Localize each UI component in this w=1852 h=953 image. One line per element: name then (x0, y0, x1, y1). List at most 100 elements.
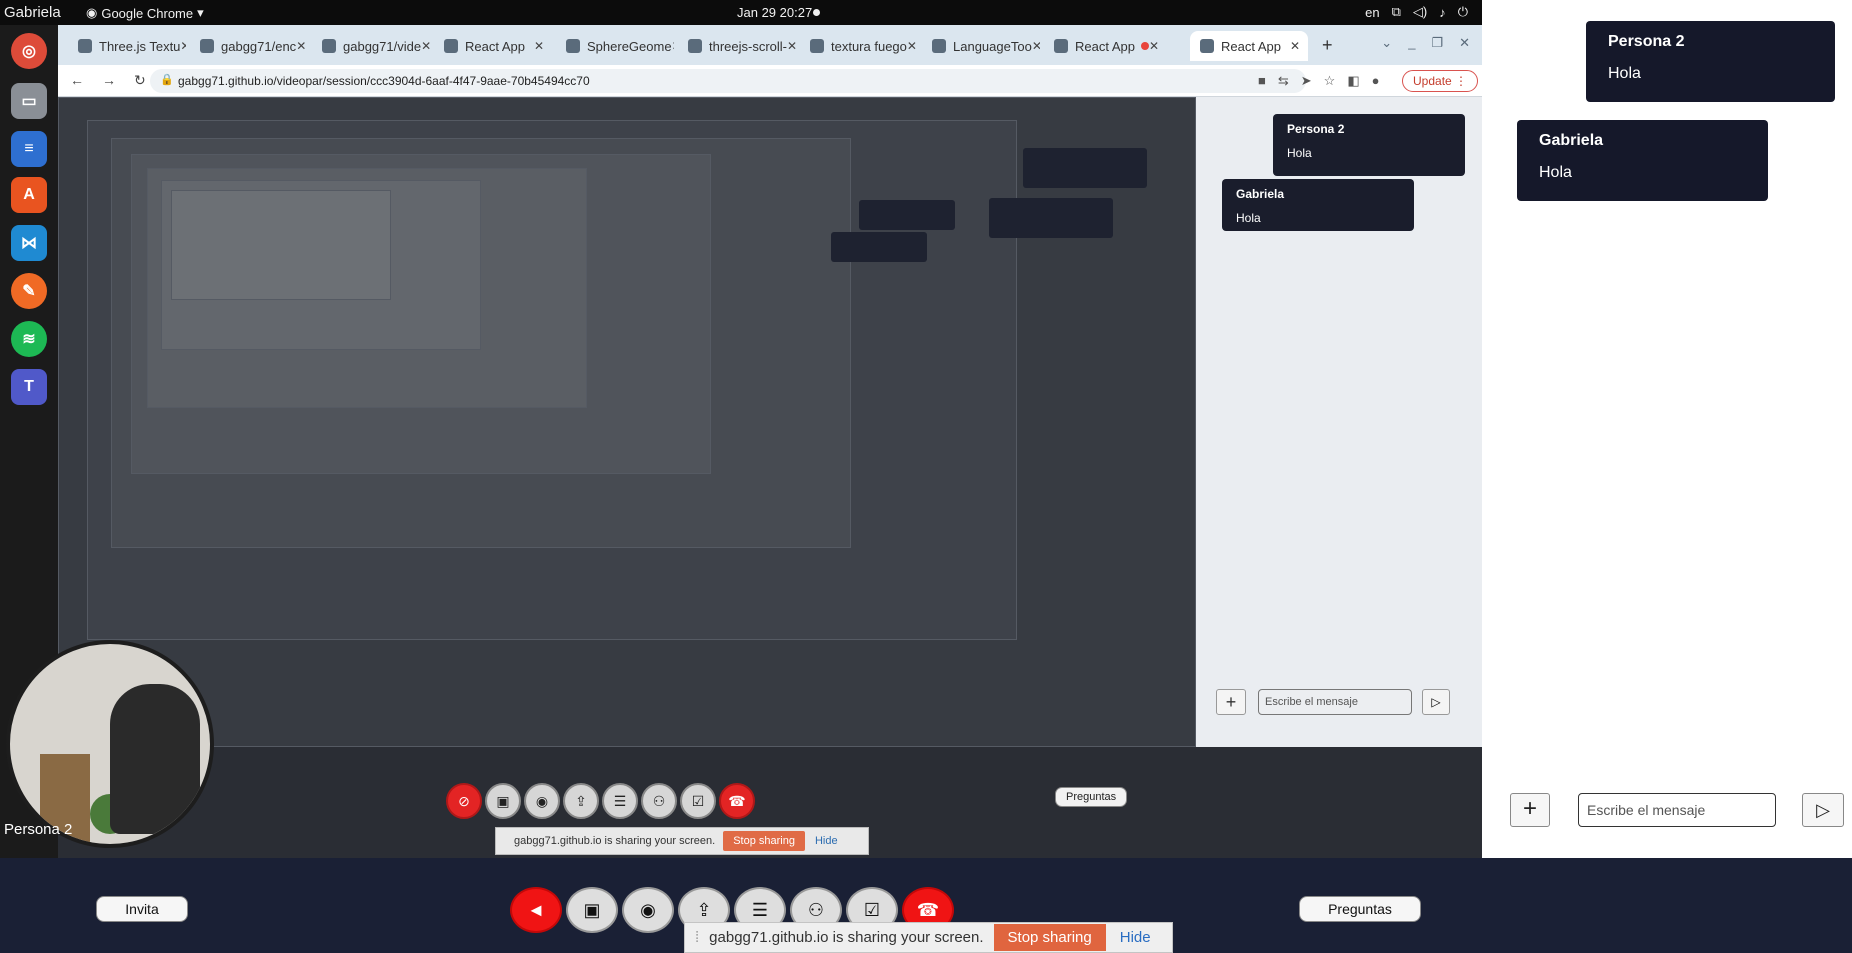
teams-icon[interactable]: T (11, 369, 47, 405)
page-attach-button[interactable]: + (1216, 689, 1246, 715)
url-field[interactable]: 🔒 gabgg71.github.io/videopar/session/ccc… (150, 69, 1306, 93)
page-stop-sharing-button[interactable]: Stop sharing (723, 831, 805, 851)
bookmark-star-icon[interactable]: ☆ (1324, 73, 1336, 89)
tab-languagetool[interactable]: LanguageToo ✕ (922, 31, 1040, 61)
people-icon: ⚇ (807, 899, 825, 920)
page-hide-link[interactable]: Hide (815, 835, 838, 847)
screen-share-icon[interactable]: ⇪ (563, 783, 599, 819)
close-icon[interactable]: ✕ (787, 39, 796, 53)
webpage-content: Persona 2 Hola Gabriela Hola + Escribe e… (58, 97, 1482, 858)
translate-icon[interactable]: ⇆ (1278, 73, 1289, 89)
send-icon[interactable]: ➤ (1301, 73, 1312, 89)
lock-icon[interactable]: 🔒 (160, 73, 174, 86)
document-icon[interactable]: ≡ (11, 131, 47, 167)
side-panel-icon[interactable]: ◧ (1347, 73, 1359, 89)
attach-button[interactable]: + (1510, 793, 1550, 827)
share-notice-text: gabgg71.github.io is sharing your screen… (709, 929, 984, 946)
google-icon (810, 39, 824, 53)
chat-icon[interactable]: ☰ (602, 783, 638, 819)
address-bar: ← → ↻ 🔒 gabgg71.github.io/videopar/sessi… (58, 65, 1482, 97)
tab-spheregeometry[interactable]: SphereGeome✕ (556, 31, 674, 61)
os-user-name: Gabriela (4, 4, 61, 21)
close-icon[interactable]: ✕ (180, 39, 186, 53)
new-tab-icon[interactable]: + (1322, 35, 1333, 56)
tab-react-app-active[interactable]: React App ✕ (1190, 31, 1308, 61)
back-icon[interactable]: ← (70, 72, 84, 89)
update-button[interactable]: Update ⋮ (1402, 70, 1479, 92)
drag-handle-icon[interactable]: ⁞ (695, 929, 699, 946)
os-clock[interactable]: Jan 29 20:27 (737, 5, 812, 20)
tab-label: LanguageToo (953, 38, 1032, 54)
tab-label: textura fuego (831, 38, 907, 54)
forward-icon[interactable]: → (102, 72, 116, 89)
camera-permission-icon[interactable]: ■ (1258, 73, 1266, 89)
app-menu[interactable]: ◉ Google Chrome ▾ (86, 5, 204, 21)
tab-label: threejs-scroll- (709, 38, 788, 54)
record-icon: ◉ (640, 899, 656, 920)
files-icon[interactable]: ▭ (11, 83, 47, 119)
maximize-icon[interactable]: ❐ (1431, 35, 1443, 51)
recursive-screen-mirror (58, 97, 1196, 747)
github-icon (200, 39, 214, 53)
update-label: Update (1413, 74, 1452, 88)
stop-sharing-button[interactable]: Stop sharing (993, 924, 1106, 951)
close-icon[interactable]: ✕ (907, 39, 917, 53)
recording-dot-icon (813, 9, 820, 16)
share-notice-text: gabgg71.github.io is sharing your screen… (514, 835, 716, 847)
mirrored-message (989, 198, 1113, 238)
address-actions: ■ ⇆ ➤ ☆ ◧ ● (1258, 73, 1379, 89)
close-icon[interactable]: ✕ (1149, 39, 1159, 53)
video-camera-icon[interactable]: ▣ (485, 783, 521, 819)
tab-github-enc[interactable]: gabgg71/enc ✕ (190, 31, 308, 61)
app-menu-label: Google Chrome (101, 5, 194, 21)
camera-button[interactable]: ▣ (566, 887, 618, 933)
mute-button[interactable]: ◄ (510, 887, 562, 933)
language-indicator[interactable]: en (1365, 5, 1379, 20)
tab-threejs-textures[interactable]: Three.js Textu ✕ (68, 31, 186, 61)
react-icon (1200, 39, 1214, 53)
close-icon[interactable]: ✕ (672, 39, 674, 53)
tab-textura-fuego[interactable]: textura fuego ✕ (800, 31, 918, 61)
tab-label: React App (465, 38, 525, 54)
tab-react-app-2[interactable]: React App ✕ (1044, 31, 1164, 61)
record-icon[interactable]: ◉ (524, 783, 560, 819)
send-button[interactable]: ▷ (1802, 793, 1844, 827)
profile-avatar-icon[interactable]: ● (1372, 73, 1380, 89)
invite-button[interactable]: Invita (96, 896, 188, 922)
recording-indicator-icon (1141, 42, 1149, 50)
preguntas-button[interactable]: Preguntas (1299, 896, 1421, 922)
hide-notice-link[interactable]: Hide (1120, 929, 1151, 946)
people-icon[interactable]: ⚇ (641, 783, 677, 819)
close-icon[interactable]: ✕ (296, 39, 306, 53)
page-preguntas-button[interactable]: Preguntas (1055, 787, 1128, 807)
spotify-icon[interactable]: ≋ (11, 321, 47, 357)
microphone-off-icon[interactable]: ⊘ (446, 783, 482, 819)
drawing-icon[interactable]: ✎ (11, 273, 47, 309)
app-store-icon[interactable]: A (11, 177, 47, 213)
minimize-icon[interactable]: _ (1408, 35, 1415, 51)
vscode-icon[interactable]: ⋈ (11, 225, 47, 261)
message-input[interactable]: Escribe el mensaje (1578, 793, 1776, 827)
page-message-input[interactable]: Escribe el mensaje (1258, 689, 1412, 715)
system-tray[interactable]: en ⧉ ◁) ♪ ⏻ (1365, 4, 1468, 20)
close-window-icon[interactable]: ✕ (1459, 35, 1470, 51)
page-send-button[interactable]: ▷ (1422, 689, 1450, 715)
close-icon[interactable]: ✕ (534, 39, 544, 53)
reload-icon[interactable]: ↻ (134, 72, 146, 89)
chrome-icon[interactable]: ◎ (11, 33, 47, 69)
message-author: Persona 2 (1608, 33, 1685, 50)
close-icon[interactable]: ✕ (1290, 39, 1300, 53)
participant-name-label: Persona 2 (4, 821, 73, 838)
tab-github-vide[interactable]: gabgg71/vide ✕ (312, 31, 430, 61)
chevron-down-icon[interactable]: ⌄ (1381, 35, 1392, 51)
tab-label: gabgg71/vide (343, 38, 422, 54)
tab-react-app-1[interactable]: React App ✕ (434, 31, 552, 61)
record-button[interactable]: ◉ (622, 887, 674, 933)
close-icon[interactable]: ✕ (1032, 39, 1040, 53)
phone-hangup-icon[interactable]: ☎ (719, 783, 755, 819)
checklist-icon[interactable]: ☑ (680, 783, 716, 819)
react-icon (444, 39, 458, 53)
recursive-screen-mirror (171, 190, 391, 300)
close-icon[interactable]: ✕ (421, 39, 430, 53)
tab-threejs-scroll[interactable]: threejs-scroll- ✕ (678, 31, 796, 61)
